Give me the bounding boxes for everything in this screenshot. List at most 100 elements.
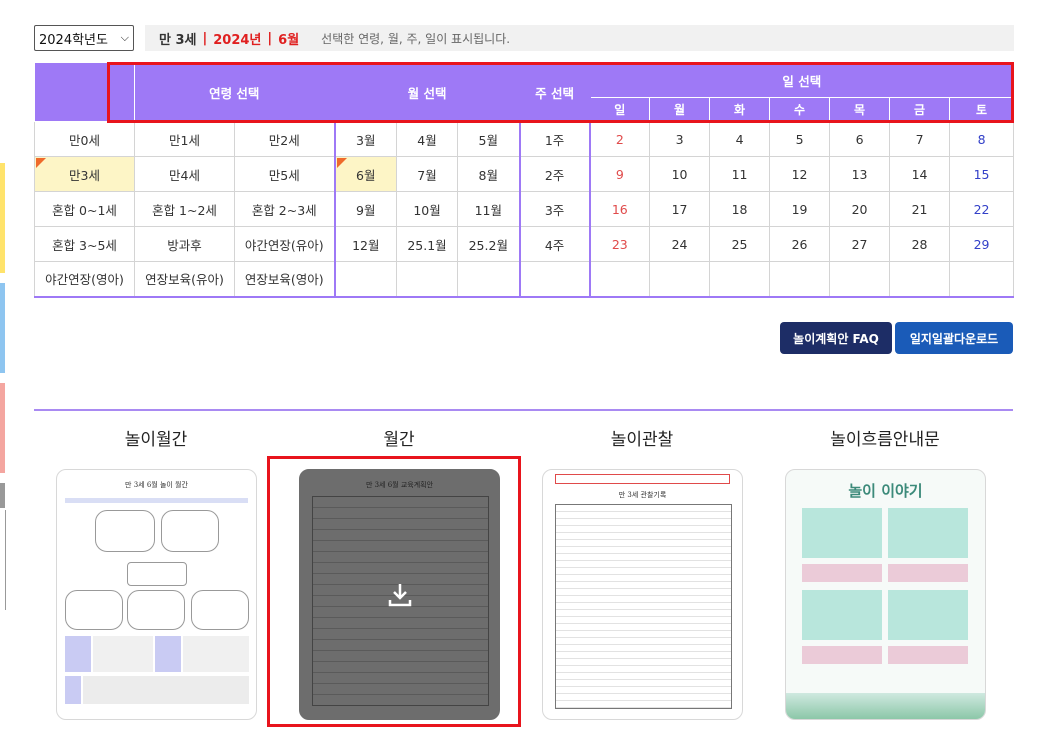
- day-option[interactable]: 9: [589, 156, 651, 192]
- day-option[interactable]: 18: [709, 191, 771, 227]
- day-option[interactable]: 3: [649, 121, 711, 157]
- age-option[interactable]: 만4세: [134, 156, 235, 192]
- thumbnail-play-observation[interactable]: 만 3세 관찰기록: [542, 469, 743, 720]
- faq-button[interactable]: 놀이계획안 FAQ: [780, 322, 892, 354]
- month-option[interactable]: 5월: [457, 121, 521, 157]
- month-option[interactable]: 11월: [457, 191, 521, 227]
- age-select-header: 연령 선택: [133, 62, 336, 122]
- month-option[interactable]: 8월: [457, 156, 521, 192]
- thumbnail-play-monthly[interactable]: 만 3세 6월 놀이 월간: [56, 469, 257, 720]
- table-row: 혼합 0~1세 혼합 1~2세 혼합 2~3세 9월 10월 11월 3주 16…: [34, 191, 1015, 227]
- day-option[interactable]: 26: [769, 226, 831, 262]
- day-option[interactable]: 5: [769, 121, 831, 157]
- day-option[interactable]: 21: [889, 191, 951, 227]
- day-option[interactable]: 17: [649, 191, 711, 227]
- day-option[interactable]: 4: [709, 121, 771, 157]
- age-option[interactable]: 연장보육(영아): [233, 261, 336, 298]
- month-option-empty: [457, 261, 521, 298]
- day-option[interactable]: 13: [829, 156, 891, 192]
- thumbnail-cloud: [95, 510, 155, 552]
- weekday-sat: 토: [949, 97, 1015, 122]
- day-option[interactable]: 27: [829, 226, 891, 262]
- month-option[interactable]: 10월: [396, 191, 459, 227]
- thumbnail-cloud: [127, 562, 187, 586]
- age-option-selected[interactable]: 만3세: [34, 156, 135, 192]
- day-option-empty: [769, 261, 831, 298]
- day-option-empty: [889, 261, 951, 298]
- thumbnail-line: [65, 498, 248, 503]
- month-option[interactable]: 9월: [334, 191, 398, 227]
- thumbnail-cloud: [191, 590, 249, 630]
- day-option[interactable]: 8: [949, 121, 1015, 157]
- day-option[interactable]: 25: [709, 226, 771, 262]
- age-option[interactable]: 야간연장(영아): [34, 261, 135, 298]
- day-option[interactable]: 24: [649, 226, 711, 262]
- month-option[interactable]: 3월: [334, 121, 398, 157]
- age-option[interactable]: 만2세: [233, 121, 336, 157]
- edge-tab-yellow[interactable]: [0, 163, 5, 273]
- edge-tab-pink[interactable]: [0, 383, 5, 473]
- thumbnail-play-flow-notice[interactable]: 놀이 이야기: [785, 469, 986, 720]
- day-option[interactable]: 29: [949, 226, 1015, 262]
- age-option[interactable]: 혼합 1~2세: [134, 191, 235, 227]
- week-option[interactable]: 4주: [519, 226, 591, 262]
- download-icon[interactable]: [385, 580, 415, 610]
- age-option[interactable]: 만1세: [134, 121, 235, 157]
- thumbnail-table: [555, 504, 732, 709]
- thumbnail-cloud: [65, 590, 123, 630]
- month-option[interactable]: 25.2월: [457, 226, 521, 262]
- weekday-fri: 금: [889, 97, 951, 122]
- card-title-play-monthly: 놀이월간: [124, 430, 188, 450]
- age-option[interactable]: 혼합 3~5세: [34, 226, 135, 262]
- thumbnail-heading: 만 3세 6월 교육계획안: [365, 481, 434, 489]
- day-option[interactable]: 11: [709, 156, 771, 192]
- thumbnail-monthly[interactable]: 만 3세 6월 교육계획안: [299, 469, 500, 720]
- day-option[interactable]: 14: [889, 156, 951, 192]
- day-option[interactable]: 10: [649, 156, 711, 192]
- age-option[interactable]: 혼합 2~3세: [233, 191, 336, 227]
- day-option[interactable]: 28: [889, 226, 951, 262]
- day-option[interactable]: 19: [769, 191, 831, 227]
- thumbnail-block: [802, 590, 882, 640]
- month-option-selected[interactable]: 6월: [334, 156, 398, 192]
- month-option[interactable]: 12월: [334, 226, 398, 262]
- day-option[interactable]: 15: [949, 156, 1015, 192]
- age-option[interactable]: 방과후: [134, 226, 235, 262]
- day-option[interactable]: 16: [589, 191, 651, 227]
- month-option[interactable]: 25.1월: [396, 226, 459, 262]
- week-select-header: 주 선택: [519, 62, 591, 122]
- bulk-download-button[interactable]: 일지일괄다운로드: [895, 322, 1013, 354]
- day-option[interactable]: 6: [829, 121, 891, 157]
- age-option[interactable]: 혼합 0~1세: [34, 191, 135, 227]
- thumbnail-block: [888, 564, 968, 582]
- info-year: 2024년: [213, 32, 262, 48]
- table-row: 만0세 만1세 만2세 3월 4월 5월 1주 2 3 4 5 6 7 8: [34, 121, 1015, 157]
- day-option[interactable]: 2: [589, 121, 651, 157]
- thumbnail-block: [888, 508, 968, 558]
- table-row: 만3세 만4세 만5세 6월 7월 8월 2주 9 10 11 12 13 14…: [34, 156, 1015, 192]
- day-option[interactable]: 12: [769, 156, 831, 192]
- month-option[interactable]: 7월: [396, 156, 459, 192]
- week-option[interactable]: 2주: [519, 156, 591, 192]
- week-option[interactable]: 3주: [519, 191, 591, 227]
- info-age: 만 3세: [159, 32, 197, 48]
- day-option[interactable]: 7: [889, 121, 951, 157]
- card-title-play-observation: 놀이관찰: [610, 430, 674, 450]
- age-option[interactable]: 만5세: [233, 156, 336, 192]
- weekday-wed: 수: [769, 97, 831, 122]
- thumbnail-block: [802, 508, 882, 558]
- day-option[interactable]: 20: [829, 191, 891, 227]
- year-select[interactable]: 2024학년도 ⌵: [34, 25, 134, 51]
- thumbnail-cloud: [161, 510, 219, 552]
- day-option[interactable]: 23: [589, 226, 651, 262]
- age-option[interactable]: 야간연장(유아): [233, 226, 336, 262]
- age-option[interactable]: 연장보육(유아): [134, 261, 235, 298]
- edge-tab-gray[interactable]: [0, 483, 5, 508]
- day-option-empty: [649, 261, 711, 298]
- day-option[interactable]: 22: [949, 191, 1015, 227]
- month-option[interactable]: 4월: [396, 121, 459, 157]
- edge-tab-blue[interactable]: [0, 283, 5, 373]
- weekday-mon: 월: [649, 97, 711, 122]
- week-option[interactable]: 1주: [519, 121, 591, 157]
- age-option[interactable]: 만0세: [34, 121, 135, 157]
